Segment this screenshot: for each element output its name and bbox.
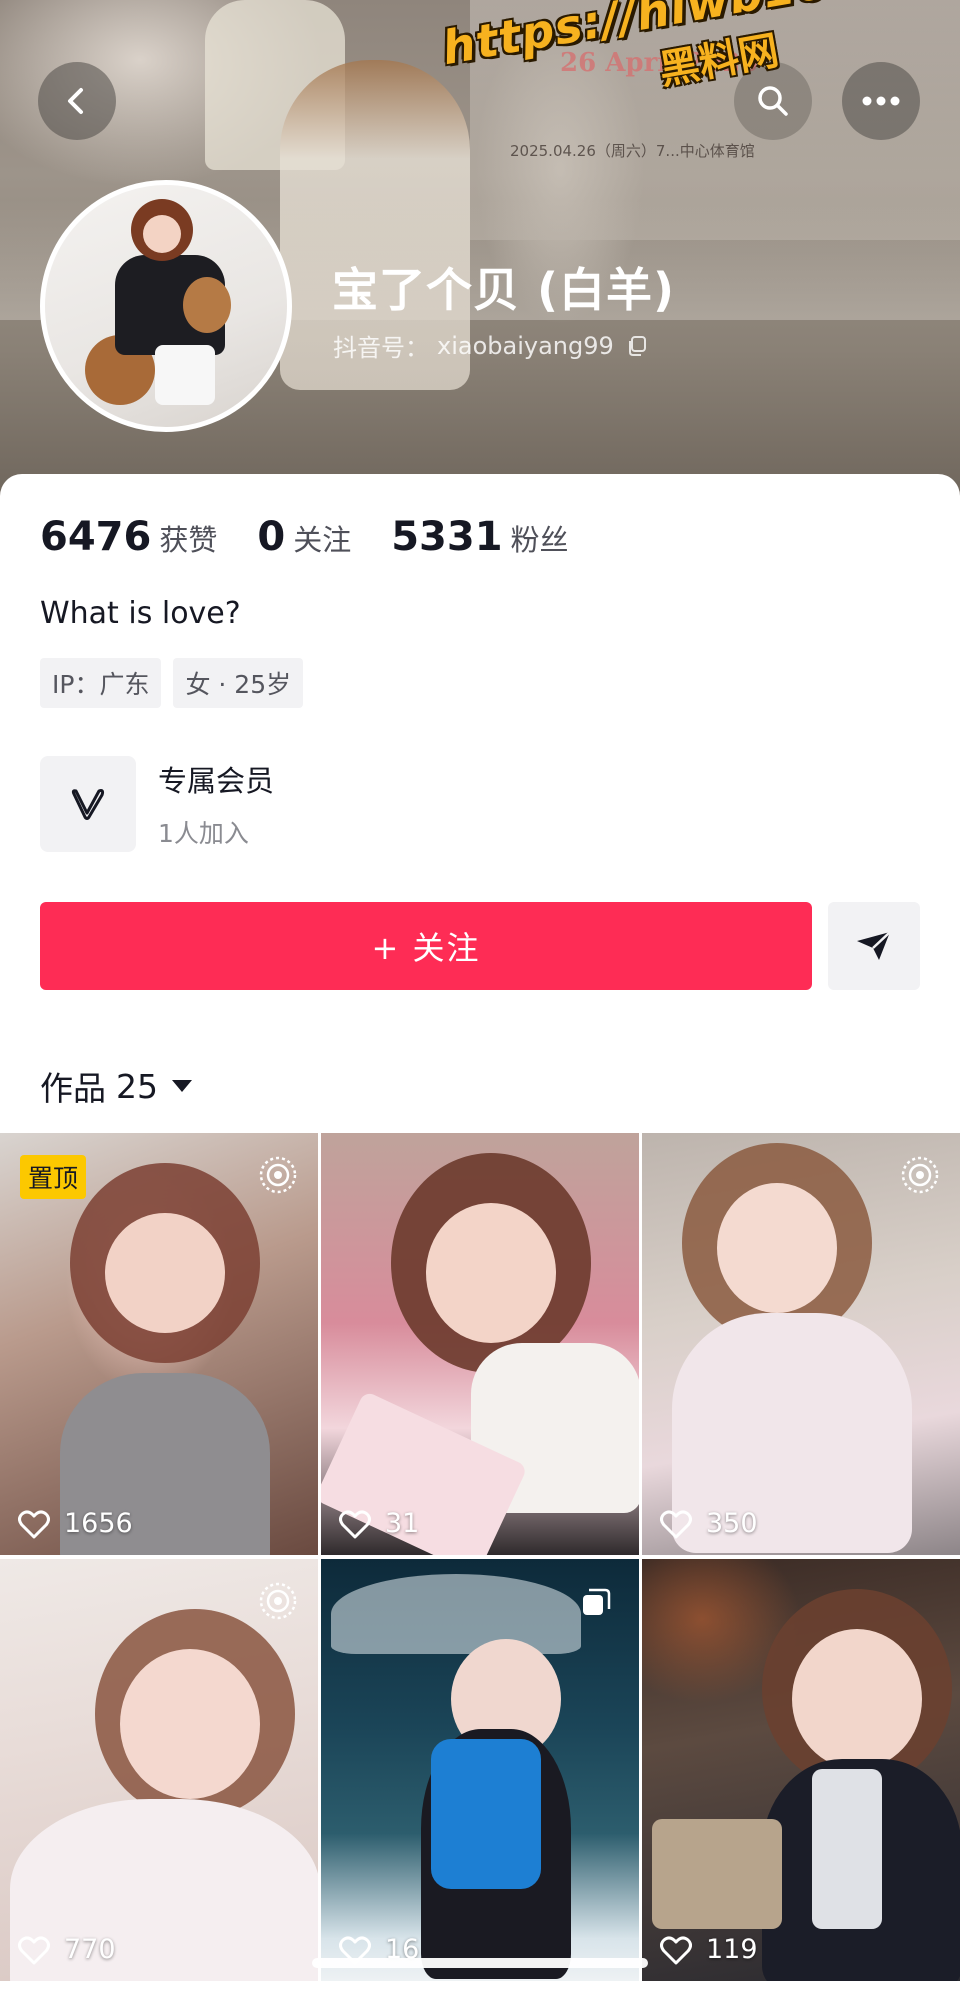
stat-following[interactable]: 0 关注 (257, 514, 351, 560)
stat-label: 粉丝 (510, 523, 569, 557)
membership-entry[interactable]: 专属会员 1人加入 (40, 756, 274, 852)
thumbnail-figure (426, 1203, 556, 1343)
thumbnail-figure (105, 1213, 225, 1333)
stat-likes[interactable]: 6476 获赞 (40, 514, 217, 560)
multi-photo-icon (583, 1588, 611, 1615)
thumbnail-figure (120, 1649, 260, 1799)
membership-subtitle: 1人加入 (158, 819, 249, 848)
video-tile[interactable]: 350 (642, 1133, 960, 1555)
chevron-left-icon (68, 88, 83, 114)
more-button[interactable] (842, 62, 920, 140)
cover-poster-line: 2025.04.26（周六）7...中心体育馆 (510, 142, 755, 160)
stat-label: 关注 (293, 523, 352, 557)
tab-works[interactable]: 作品 25 (40, 1062, 192, 1110)
like-count: 350 (660, 1508, 758, 1539)
video-tile[interactable]: 119 (642, 1559, 960, 1981)
membership-title: 专属会员 (158, 764, 275, 798)
video-tile[interactable]: 770 (0, 1559, 318, 1981)
like-count-value: 1656 (64, 1508, 133, 1539)
back-button[interactable] (38, 62, 116, 140)
douyin-id-value: xiaobaiyang99 (437, 331, 614, 360)
like-count: 119 (660, 1934, 758, 1965)
profile-stats: 6476 获赞 0 关注 5331 粉丝 (40, 514, 609, 560)
search-icon (758, 86, 788, 116)
avatar-bear (183, 277, 231, 333)
profile-bio: What is love? (40, 596, 241, 631)
avatar-legs (155, 345, 215, 405)
like-count-value: 770 (64, 1934, 116, 1965)
membership-text: 专属会员 1人加入 (158, 758, 274, 850)
profile-nickname: 宝了个贝 (白羊) (332, 263, 676, 317)
tag-ip: IP：广东 (40, 658, 162, 708)
like-count: 31 (339, 1508, 419, 1539)
stat-value: 0 (257, 514, 286, 560)
avatar[interactable] (40, 180, 292, 432)
douyin-id-row[interactable]: 抖音号： xiaobaiyang99 (333, 328, 648, 363)
share-button[interactable] (828, 902, 920, 990)
live-ring-icon (259, 1156, 297, 1194)
works-count: 25 (116, 1066, 158, 1106)
live-ring-icon (901, 1156, 939, 1194)
thumbnail-figure (331, 1574, 581, 1654)
douyin-id-label: 抖音号： (333, 334, 429, 362)
v-logo-icon (40, 756, 136, 852)
heart-icon (18, 1509, 50, 1538)
profile-tags: IP：广东 女 · 25岁 (40, 658, 304, 708)
like-count-value: 119 (706, 1934, 758, 1965)
thumbnail-figure (717, 1183, 837, 1313)
stat-value: 5331 (391, 514, 503, 560)
stat-followers[interactable]: 5331 粉丝 (391, 514, 568, 560)
send-icon (857, 931, 891, 960)
heart-icon (18, 1935, 50, 1964)
follow-button[interactable]: + 关注 (40, 902, 812, 990)
video-tile[interactable]: 16 (321, 1559, 639, 1981)
tag-gender-age: 女 · 25岁 (173, 658, 304, 708)
home-indicator[interactable] (312, 1958, 648, 1968)
like-count: 1656 (18, 1508, 133, 1539)
pinned-badge: 置顶 (20, 1155, 87, 1199)
works-label: 作品 (40, 1069, 106, 1108)
like-count-value: 350 (706, 1508, 758, 1539)
heart-icon (339, 1509, 371, 1538)
works-grid: 置顶 1656 31 350 770 16 119 (0, 1133, 960, 1981)
thumbnail-figure (652, 1819, 782, 1929)
caret-down-icon[interactable] (172, 1080, 192, 1092)
like-count-value: 31 (385, 1508, 420, 1539)
stat-label: 获赞 (159, 523, 218, 557)
thumbnail-figure (812, 1769, 882, 1929)
heart-icon (660, 1509, 692, 1538)
thumbnail-figure (431, 1739, 541, 1889)
avatar-face (143, 215, 181, 253)
video-tile[interactable]: 31 (321, 1133, 639, 1555)
more-dots-icon (862, 96, 900, 106)
thumbnail-figure (792, 1629, 922, 1769)
profile-sheet: 6476 获赞 0 关注 5331 粉丝 What is love? IP：广东… (0, 474, 960, 1134)
live-ring-icon (259, 1582, 297, 1620)
heart-icon (660, 1935, 692, 1964)
stat-value: 6476 (40, 514, 152, 560)
like-count: 770 (18, 1934, 116, 1965)
copy-icon[interactable] (626, 335, 648, 357)
video-tile[interactable]: 置顶 1656 (0, 1133, 318, 1555)
